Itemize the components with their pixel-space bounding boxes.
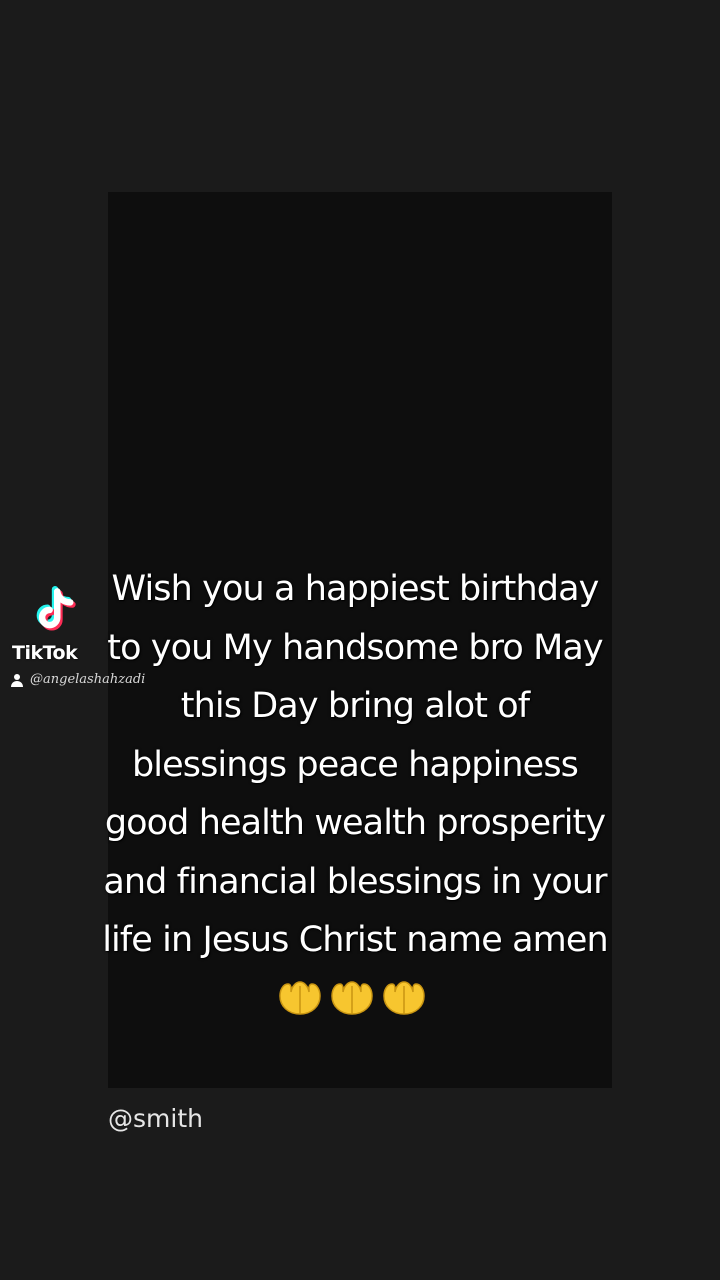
caption-line: and financial blessings in your <box>103 861 607 902</box>
emoji-row <box>276 978 436 1018</box>
birthday-caption: Wish you a happiest birthday to you My h… <box>60 560 650 970</box>
palms-up-together-icon <box>279 981 321 1015</box>
caption-line: blessings peace happiness <box>131 744 579 785</box>
user-icon <box>11 673 23 687</box>
caption-line: Wish you a happiest birthday <box>111 569 600 609</box>
caption-line: good health wealth prosperity <box>104 803 606 843</box>
caption-line: life in Jesus Christ name amen <box>102 920 608 960</box>
palms-up-together-icon <box>331 981 373 1015</box>
mention-tag[interactable]: @smith <box>108 1104 203 1133</box>
palms-up-together-icon <box>383 981 425 1015</box>
caption-line: this Day bring alot of <box>180 686 530 726</box>
caption-line: to you My handsome bro May <box>107 627 603 668</box>
